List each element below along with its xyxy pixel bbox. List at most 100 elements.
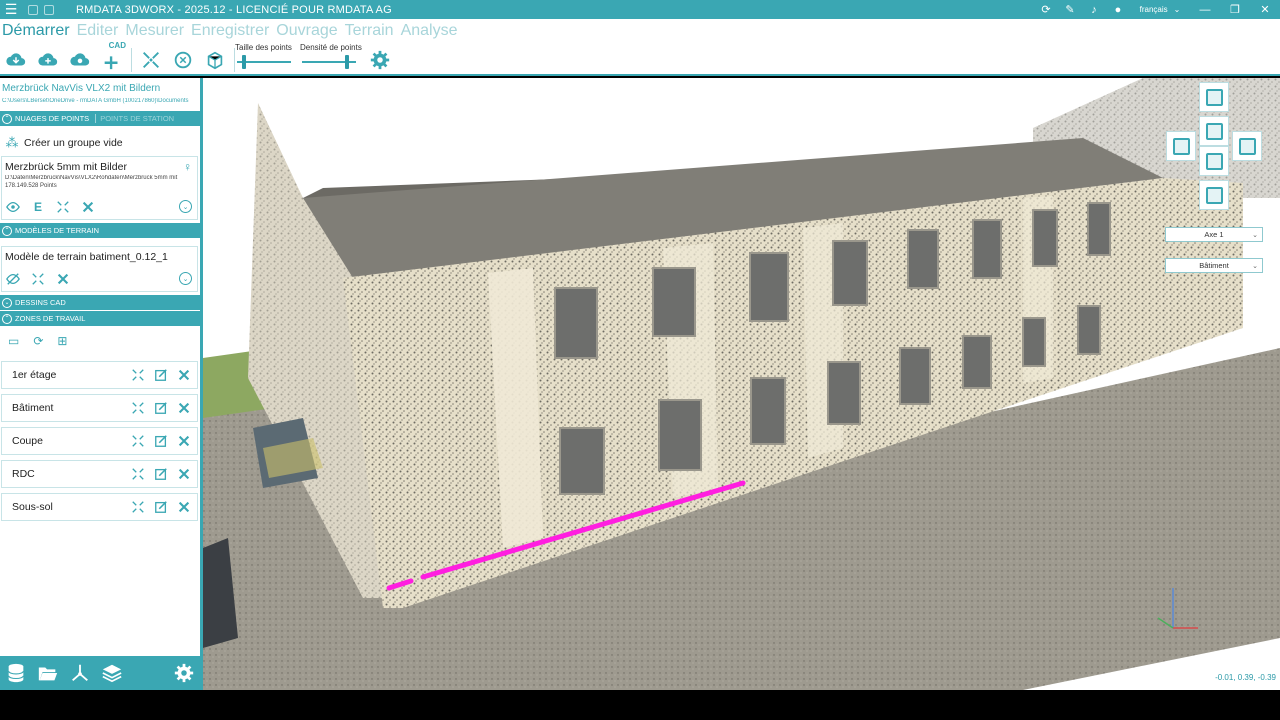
- edit-icon[interactable]: [153, 434, 168, 449]
- delete-icon[interactable]: [176, 401, 191, 416]
- terrain-model-card[interactable]: Modèle de terrain batiment_0.12_1 ⌄: [1, 246, 198, 292]
- layers-icon[interactable]: [96, 656, 128, 690]
- work-zone-item[interactable]: RDC: [1, 460, 198, 488]
- tab-station-points[interactable]: POINTS DE STATION: [95, 114, 174, 123]
- chevron-down-icon[interactable]: ⌄: [179, 200, 192, 213]
- tools-icon[interactable]: ✎: [1058, 0, 1082, 19]
- points-select-icon[interactable]: [130, 467, 145, 482]
- section-label: MODÈLES DE TERRAIN: [15, 226, 100, 235]
- points-select-icon[interactable]: [130, 500, 145, 515]
- point-size-slider[interactable]: Taille des points: [235, 43, 295, 73]
- language-label: français: [1139, 5, 1168, 14]
- create-group-button[interactable]: ⁂ Créer un groupe vide: [0, 133, 200, 153]
- settings-gear-icon[interactable]: [168, 656, 200, 690]
- slider-handle[interactable]: [242, 55, 246, 69]
- tab-analyse[interactable]: Analyse: [401, 22, 458, 40]
- database-icon[interactable]: [0, 656, 32, 690]
- maximize-button[interactable]: ❐: [1220, 0, 1250, 19]
- work-zone-item[interactable]: 1er étage: [1, 361, 198, 389]
- points-select-icon[interactable]: [30, 271, 46, 287]
- tab-mesurer[interactable]: Mesurer: [125, 22, 184, 40]
- quick-access-toolbar: [22, 0, 72, 19]
- cad-add-button[interactable]: CAD: [96, 41, 128, 75]
- person-icon[interactable]: ♀: [183, 160, 192, 174]
- tab-ouvrage[interactable]: Ouvrage: [276, 22, 337, 40]
- tab-terrain[interactable]: Terrain: [345, 22, 394, 40]
- cloud-import-icon[interactable]: [0, 45, 32, 75]
- work-zone-item[interactable]: Sous-sol: [1, 493, 198, 521]
- cloud-add-icon[interactable]: [32, 45, 64, 75]
- delete-icon[interactable]: [55, 271, 71, 287]
- folder-open-icon[interactable]: [32, 656, 64, 690]
- delete-icon[interactable]: [80, 199, 96, 215]
- add-zone-icon[interactable]: ▭: [8, 334, 19, 348]
- 3d-viewport[interactable]: Axe 1 ⌄ Bâtiment ⌄ -0.01, 0.39, -0.39: [203, 78, 1280, 690]
- hamburger-menu-icon[interactable]: ☰: [0, 0, 22, 19]
- work-zone-item[interactable]: Bâtiment: [1, 394, 198, 422]
- eye-hidden-icon[interactable]: [5, 271, 21, 287]
- points-select-icon[interactable]: [130, 401, 145, 416]
- points-select-icon[interactable]: [130, 368, 145, 383]
- section-label: ZONES DE TRAVAIL: [15, 314, 86, 323]
- minimize-button[interactable]: —: [1190, 0, 1220, 19]
- zone-select[interactable]: Bâtiment ⌄: [1165, 258, 1263, 273]
- section-work-zones[interactable]: ⌃ ZONES DE TRAVAIL: [0, 311, 200, 326]
- panel-bottom-bar: [0, 656, 200, 690]
- bell-icon[interactable]: ♪: [1082, 0, 1106, 19]
- axis-select[interactable]: Axe 1 ⌄: [1165, 227, 1263, 242]
- ribbon-toolbar: CAD: [0, 41, 238, 75]
- view-bottom-button[interactable]: [1199, 180, 1229, 210]
- box-view-icon[interactable]: [199, 45, 231, 75]
- point-size-label: Taille des points: [235, 43, 292, 52]
- refresh-icon[interactable]: ⟳: [1034, 0, 1058, 19]
- import-zone-icon[interactable]: ⊞: [57, 334, 67, 348]
- points-select-icon[interactable]: [55, 199, 71, 215]
- edit-icon[interactable]: [153, 500, 168, 515]
- tab-enregistrer[interactable]: Enregistrer: [191, 22, 269, 40]
- close-button[interactable]: ✕: [1250, 0, 1280, 19]
- save-icon[interactable]: [28, 4, 38, 15]
- delete-icon[interactable]: [176, 467, 191, 482]
- section-cad-drawings[interactable]: ⌄ DESSINS CAD: [0, 295, 200, 310]
- toolbar-divider: [131, 48, 132, 72]
- point-cloud-card[interactable]: Merzbrück 5mm mit Bilder ♀ D:\Daten\Merz…: [1, 156, 198, 220]
- section-point-clouds[interactable]: ⌃ NUAGES DE POINTS POINTS DE STATION: [0, 111, 200, 126]
- point-cloud-name: Merzbrück 5mm mit Bilder: [5, 161, 127, 173]
- slider-handle[interactable]: [344, 55, 349, 69]
- edit-icon[interactable]: [153, 467, 168, 482]
- delete-icon[interactable]: [176, 434, 191, 449]
- chevron-up-icon: ⌃: [2, 113, 12, 124]
- user-icon[interactable]: ●: [1106, 0, 1130, 19]
- chevron-down-icon: ⌄: [2, 297, 12, 308]
- navigation-cube[interactable]: [1166, 80, 1266, 210]
- chevron-down-icon[interactable]: ⌄: [179, 272, 192, 285]
- points-select-icon[interactable]: [130, 434, 145, 449]
- view-back-button[interactable]: [1199, 116, 1229, 146]
- axes-icon[interactable]: [64, 656, 96, 690]
- section-terrain-models[interactable]: ⌃ MODÈLES DE TERRAIN: [0, 223, 200, 238]
- refresh-zone-icon[interactable]: ⟳: [33, 334, 43, 348]
- rotate-view-icon[interactable]: [167, 45, 199, 75]
- points-select-icon[interactable]: [135, 45, 167, 75]
- edit-icon[interactable]: [153, 401, 168, 416]
- view-left-button[interactable]: [1166, 131, 1196, 161]
- language-select[interactable]: français ⌄: [1130, 0, 1190, 19]
- tab-editer[interactable]: Editer: [77, 22, 119, 40]
- cloud-settings-icon[interactable]: [64, 45, 96, 75]
- view-front-button[interactable]: [1199, 146, 1229, 176]
- delete-icon[interactable]: [176, 368, 191, 383]
- view-top-button[interactable]: [1199, 82, 1229, 112]
- undo-icon[interactable]: [44, 4, 54, 15]
- point-cloud-scene[interactable]: [203, 78, 1280, 690]
- tab-d-marrer[interactable]: Démarrer: [2, 22, 70, 40]
- eye-icon[interactable]: [5, 199, 21, 215]
- edit-icon[interactable]: [153, 368, 168, 383]
- window-title: RMDATA 3DWORX - 2025.12 - LICENCIÉ POUR …: [76, 3, 392, 16]
- settings-gear-icon[interactable]: [364, 45, 396, 75]
- delete-icon[interactable]: [176, 500, 191, 515]
- edit-e-icon[interactable]: E: [30, 199, 46, 215]
- view-right-button[interactable]: [1232, 131, 1262, 161]
- work-zone-item[interactable]: Coupe: [1, 427, 198, 455]
- point-density-slider[interactable]: Densité de points: [300, 43, 362, 73]
- work-zone-label: RDC: [12, 468, 35, 480]
